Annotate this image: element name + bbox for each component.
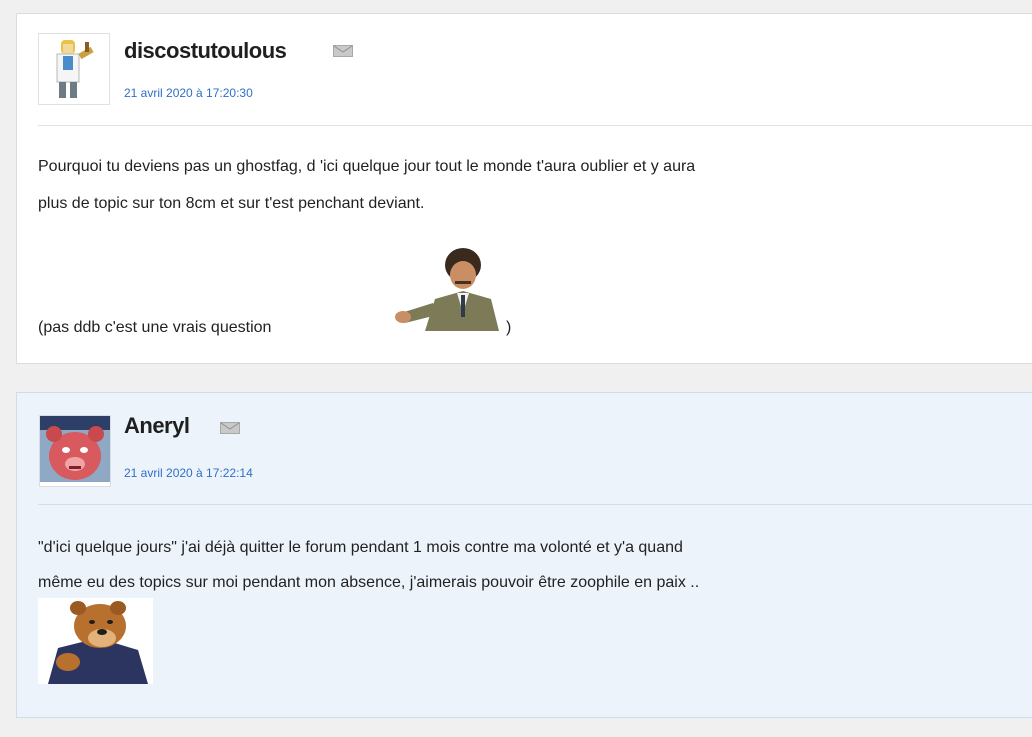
divider — [38, 504, 1032, 505]
username[interactable]: Aneryl — [124, 413, 190, 439]
envelope-icon[interactable] — [333, 45, 353, 57]
post-date-link[interactable]: 21 avril 2020 à 17:20:30 — [124, 86, 253, 100]
man-pointing-sticker — [385, 243, 499, 331]
username[interactable]: discostutoulous — [124, 38, 287, 64]
forum-post: discostutoulous 21 avril 2020 à 17:20:30… — [16, 13, 1032, 364]
message-text-line: plus de topic sur ton 8cm et sur t'est p… — [38, 195, 425, 212]
user-avatar[interactable] — [38, 33, 110, 105]
envelope-icon[interactable] — [220, 422, 240, 434]
message-text-line: "d'ici quelque jours" j'ai déjà quitter … — [38, 539, 683, 556]
user-avatar[interactable] — [39, 415, 111, 487]
red-bear-avatar-icon — [40, 416, 110, 482]
message-text-line: Pourquoi tu deviens pas un ghostfag, d '… — [38, 158, 696, 175]
forum-post: Aneryl 21 avril 2020 à 17:22:14 "d'ici q… — [16, 392, 1032, 718]
message-text-line: même eu des topics sur moi pendant mon a… — [38, 574, 700, 591]
message-text-closing: ) — [506, 319, 512, 336]
divider — [38, 125, 1032, 126]
message-text-line: (pas ddb c'est une vrais question — [38, 319, 272, 336]
scientist-avatar-icon — [39, 34, 109, 104]
bear-sticker — [38, 598, 153, 684]
post-date-link[interactable]: 21 avril 2020 à 17:22:14 — [124, 466, 253, 480]
